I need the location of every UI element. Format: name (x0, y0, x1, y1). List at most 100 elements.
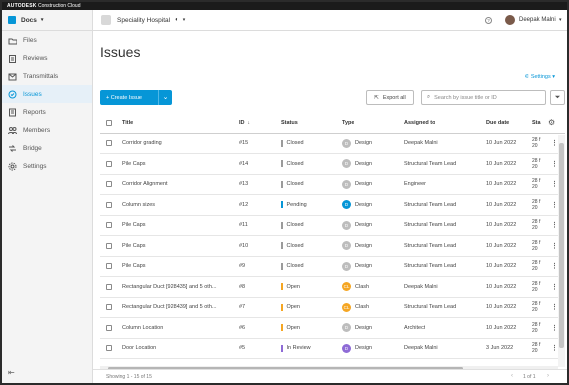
module-switcher[interactable]: Docs ▾ (2, 10, 92, 31)
select-all-checkbox[interactable] (106, 113, 112, 133)
type-badge: D (342, 323, 351, 333)
issue-title[interactable]: Door Location (122, 339, 236, 359)
sidebar-item-files[interactable]: Files (2, 31, 92, 49)
table-row[interactable]: Pile Caps #10 Closed D Design Structural Team… (100, 236, 565, 257)
issue-title[interactable]: Rectangular Duct [928439] and 5 oth... (122, 298, 236, 318)
more-options-icon[interactable]: ⋮ (551, 339, 558, 359)
col-start[interactable]: Sta (532, 113, 546, 133)
sidebar-item-issues[interactable]: Issues (2, 85, 92, 103)
issue-title[interactable]: Column Location (122, 318, 236, 338)
sidebar-item-transmittals[interactable]: Transmittals (2, 67, 92, 85)
issue-title[interactable]: Corridor grading (122, 134, 236, 154)
prev-page-icon[interactable]: ‹ (511, 373, 513, 379)
row-checkbox[interactable] (106, 318, 112, 338)
more-options-icon[interactable]: ⋮ (551, 298, 558, 318)
more-options-icon[interactable]: ⋮ (551, 154, 558, 174)
type-label: Design (355, 140, 373, 147)
create-issue-button[interactable]: + Create Issue ⌄ (100, 90, 172, 105)
column-settings-gear-icon[interactable]: ⚙ (548, 113, 555, 133)
sidebar-item-settings[interactable]: Settings (2, 157, 92, 175)
table-row[interactable]: Rectangular Duct [928439] and 5 oth... #7… (100, 298, 565, 318)
col-title[interactable]: Title (122, 113, 133, 133)
row-checkbox[interactable] (106, 339, 112, 359)
row-checkbox[interactable] (106, 154, 112, 174)
sidebar-item-reports[interactable]: Reports (2, 103, 92, 121)
table-row[interactable]: Corridor Alignment #13 Closed D Design Engine… (100, 175, 565, 195)
more-options-icon[interactable]: ⋮ (551, 236, 558, 256)
avatar[interactable] (505, 15, 515, 25)
issue-status: Open (281, 277, 300, 297)
issue-title[interactable]: Corridor Alignment (122, 175, 236, 195)
status-label: Open (286, 324, 300, 331)
issue-id: #11 (239, 222, 248, 229)
issue-type: D Design (342, 318, 372, 338)
project-header: Speciality Hospital ◐ ▾ ? Deepak Malni ▾ (93, 10, 567, 31)
status-indicator (281, 160, 283, 168)
page-title: Issues (100, 44, 141, 60)
help-icon[interactable]: ? (485, 17, 492, 24)
chevron-down-icon[interactable]: ▾ (559, 17, 562, 23)
search-input[interactable]: ⌕ Search by issue title or ID (421, 90, 546, 105)
row-checkbox[interactable] (106, 277, 112, 297)
issue-type: D Design (342, 154, 372, 174)
row-checkbox[interactable] (106, 134, 112, 154)
row-checkbox[interactable] (106, 257, 112, 277)
status-indicator (281, 283, 283, 291)
table-row[interactable]: Rectangular Duct [928435] and 5 oth... #8… (100, 277, 565, 298)
due-date: 10 Jun 2022 (486, 201, 517, 208)
sort-down-icon: ↓ (247, 119, 251, 126)
issue-id: #8 (239, 283, 246, 290)
row-checkbox[interactable] (106, 175, 112, 195)
table-row[interactable]: Column sizes #12 Pending D Design Structural … (100, 195, 565, 216)
col-id[interactable]: ID ↓ (239, 113, 250, 133)
create-options-chevron-icon[interactable]: ⌄ (158, 90, 172, 105)
more-options-icon[interactable]: ⋮ (551, 318, 558, 338)
sidebar-item-members[interactable]: Members (2, 121, 92, 139)
col-status[interactable]: Status (281, 113, 298, 133)
more-options-icon[interactable]: ⋮ (551, 277, 558, 297)
more-options-icon[interactable]: ⋮ (551, 195, 558, 215)
issue-title[interactable]: Pile Caps (122, 154, 236, 174)
chevron-down-icon[interactable]: ▾ (183, 17, 186, 23)
collapse-sidebar-icon[interactable]: ⇤ (8, 368, 15, 377)
row-checkbox[interactable] (106, 195, 112, 215)
assigned-to: Engineer (404, 181, 427, 188)
col-type[interactable]: Type (342, 113, 354, 133)
table-row[interactable]: Column Location #6 Open D Design Architect 10 … (100, 318, 565, 339)
table-row[interactable]: Pile Caps #9 Closed D Design Structural Team … (100, 257, 565, 277)
table-row[interactable]: Corridor grading #15 Closed D Design Deepak M… (100, 134, 565, 154)
globe-icon: ◐ (175, 17, 179, 23)
user-name[interactable]: Deepak Malni (519, 17, 556, 23)
more-options-icon[interactable]: ⋮ (551, 175, 558, 195)
type-label: Clash (355, 304, 370, 311)
row-checkbox[interactable] (106, 298, 112, 318)
more-options-icon[interactable]: ⋮ (551, 134, 558, 154)
issue-title[interactable]: Column sizes (122, 195, 236, 215)
table-row[interactable]: Pile Caps #14 Closed D Design Structural Team… (100, 154, 565, 175)
issue-title[interactable]: Pile Caps (122, 257, 236, 277)
col-due[interactable]: Due date (486, 113, 509, 133)
table-row[interactable]: Door Location #5 In Review D Design Deepak Ma… (100, 339, 565, 359)
vertical-scrollbar[interactable] (558, 135, 565, 367)
next-page-icon[interactable]: › (547, 373, 549, 379)
type-badge: D (342, 261, 351, 271)
table-row[interactable]: Pile Caps #11 Closed D Design Structural Team… (100, 216, 565, 236)
more-options-icon[interactable]: ⋮ (551, 216, 558, 236)
filter-button[interactable]: ⏷ (550, 90, 565, 105)
sidebar-item-reviews[interactable]: Reviews (2, 49, 92, 67)
more-options-icon[interactable]: ⋮ (551, 257, 558, 277)
start-date: 28 f 20 (532, 198, 541, 211)
due-date: 10 Jun 2022 (486, 222, 517, 229)
sidebar-item-bridge[interactable]: Bridge (2, 139, 92, 157)
issue-title[interactable]: Pile Caps (122, 236, 236, 256)
export-all-button[interactable]: ⇱ Export all (366, 90, 414, 105)
project-name[interactable]: Speciality Hospital (117, 17, 170, 24)
issue-title[interactable]: Rectangular Duct [928435] and 5 oth... (122, 277, 236, 297)
issue-type: CL Clash (342, 298, 369, 318)
col-assigned[interactable]: Assigned to (404, 113, 435, 133)
row-checkbox[interactable] (106, 236, 112, 256)
due-date: 10 Jun 2022 (486, 283, 517, 290)
row-checkbox[interactable] (106, 216, 112, 236)
settings-link[interactable]: ⚟ Settings ▾ (524, 74, 555, 80)
issue-title[interactable]: Pile Caps (122, 216, 236, 236)
